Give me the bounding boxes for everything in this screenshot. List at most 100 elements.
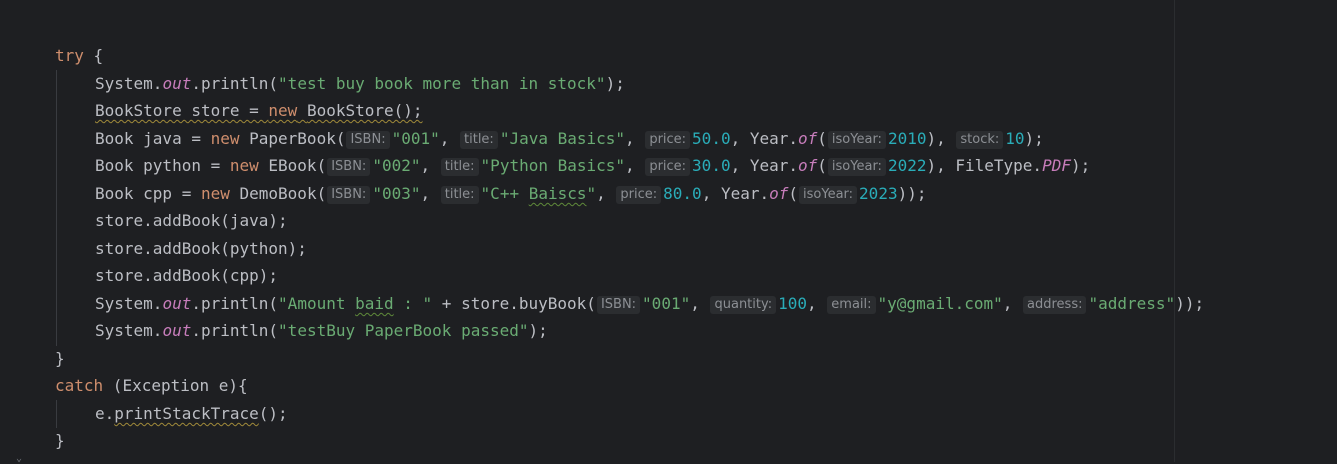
- code-token: ,: [420, 184, 440, 203]
- typo-word: baid: [355, 294, 394, 313]
- code-token: PaperBook(: [239, 129, 346, 148]
- string-literal: "Amount baid : ": [278, 294, 432, 313]
- right-margin-guide: [1174, 0, 1175, 462]
- string-literal: "test buy book more than in stock": [278, 74, 606, 93]
- code-line-close-catch[interactable]: }: [55, 427, 65, 454]
- code-token: ), FileType.: [926, 156, 1043, 175]
- code-token: , Year.: [730, 156, 799, 175]
- static-field-out: out: [162, 294, 192, 313]
- code-token: (: [817, 129, 827, 148]
- code-token: );: [1024, 129, 1044, 148]
- number-literal: 100: [778, 294, 808, 313]
- code-line-println-1[interactable]: System.out.println("test buy book more t…: [95, 70, 625, 97]
- static-method-of: of: [798, 129, 818, 148]
- code-token: );: [1070, 156, 1091, 175]
- code-token: "Amount: [278, 294, 356, 313]
- param-hint-title: title:: [440, 158, 479, 176]
- code-token: (: [788, 184, 799, 203]
- warned-method-call: printStackTrace: [114, 404, 259, 423]
- code-token: ,: [625, 156, 645, 175]
- string-literal: "Java Basics": [499, 129, 626, 148]
- code-token: DemoBook(: [229, 184, 327, 203]
- param-hint-price: price:: [645, 131, 691, 149]
- code-token: ));: [897, 184, 927, 203]
- code-line-addbook-java[interactable]: store.addBook(java);: [95, 207, 288, 234]
- enum-constant-pdf: PDF: [1042, 156, 1071, 175]
- param-hint-isoyear: isoYear:: [827, 158, 886, 176]
- keyword-new: new: [268, 101, 298, 120]
- code-token: "C++: [480, 184, 529, 203]
- code-token: .println(: [191, 321, 279, 340]
- string-literal: "C++ Baiscs": [481, 184, 597, 203]
- code-token: (Exception e){: [103, 376, 248, 395]
- code-line-python-book[interactable]: Book python = new EBook(ISBN: "002", titl…: [95, 152, 1090, 179]
- code-token: ": [586, 184, 597, 203]
- string-literal: "testBuy PaperBook passed": [278, 321, 529, 340]
- static-field-out: out: [162, 74, 192, 93]
- code-token: + store.buyBook(: [432, 294, 596, 313]
- keyword-new: new: [200, 184, 230, 203]
- code-token: (: [817, 156, 827, 175]
- code-token: BookStore store =: [95, 101, 269, 120]
- string-literal: "y@gmail.com": [877, 294, 1003, 313]
- code-token: ,: [1002, 294, 1023, 313]
- number-literal: 2022: [887, 156, 927, 175]
- keyword-new: new: [229, 156, 259, 175]
- code-token: );: [528, 321, 548, 340]
- code-line-addbook-cpp[interactable]: store.addBook(cpp);: [95, 262, 278, 289]
- warned-declaration: BookStore store = new BookStore();: [95, 101, 423, 120]
- param-hint-email: email:: [827, 296, 876, 314]
- code-token: ));: [1175, 294, 1205, 313]
- number-literal: 50.0: [692, 129, 731, 148]
- number-literal: 2023: [859, 184, 898, 203]
- code-token: ,: [596, 184, 616, 203]
- number-literal: 2010: [887, 129, 927, 148]
- code-line-buybook[interactable]: System.out.println("Amount baid : " + st…: [95, 290, 1204, 317]
- code-token: );: [605, 74, 625, 93]
- code-token: .println(: [191, 74, 279, 93]
- code-token: ),: [926, 129, 956, 148]
- code-line-close-try[interactable]: }: [55, 345, 65, 372]
- string-literal: "002": [372, 156, 421, 175]
- number-literal: 10: [1005, 129, 1025, 148]
- code-token: ,: [690, 294, 710, 313]
- code-token: ,: [625, 129, 645, 148]
- code-token: ();: [258, 404, 288, 423]
- param-hint-isbn: ISBN:: [327, 186, 371, 204]
- param-hint-isbn: ISBN:: [346, 131, 390, 149]
- string-literal: "001": [391, 129, 440, 148]
- param-hint-isbn: ISBN:: [596, 296, 641, 314]
- param-hint-quantity: quantity:: [710, 296, 777, 314]
- indent-guide-catch: [56, 400, 57, 428]
- code-token: Book cpp =: [95, 184, 201, 203]
- number-literal: 30.0: [692, 156, 731, 175]
- param-hint-isoyear: isoYear:: [799, 186, 858, 204]
- code-line-try[interactable]: try {: [55, 42, 103, 69]
- code-token: BookStore();: [306, 101, 423, 120]
- string-literal: "001": [642, 294, 691, 313]
- code-token: System.: [95, 321, 163, 340]
- code-editor[interactable]: try { System.out.println("test buy book …: [0, 0, 1337, 464]
- string-literal: "address": [1088, 294, 1176, 313]
- code-line-cpp-book[interactable]: Book cpp = new DemoBook(ISBN: "003", titl…: [95, 180, 926, 207]
- code-line-java-book[interactable]: Book java = new PaperBook(ISBN: "001", ti…: [95, 125, 1044, 152]
- code-token: , Year.: [701, 184, 770, 203]
- string-literal: "Python Basics": [480, 156, 626, 175]
- static-method-of: of: [769, 184, 789, 203]
- code-token: EBook(: [258, 156, 327, 175]
- code-token: System.: [95, 294, 163, 313]
- keyword-try: try: [55, 46, 84, 65]
- param-hint-price: price:: [645, 158, 691, 176]
- param-hint-stock: stock:: [956, 131, 1004, 149]
- code-token: ,: [439, 129, 460, 148]
- code-line-println-passed[interactable]: System.out.println("testBuy PaperBook pa…: [95, 317, 548, 344]
- indent-guide-try: [56, 70, 57, 346]
- param-hint-price: price:: [616, 186, 662, 204]
- param-hint-isoyear: isoYear:: [827, 131, 886, 149]
- code-line-addbook-python[interactable]: store.addBook(python);: [95, 235, 307, 262]
- code-token: , Year.: [730, 129, 799, 148]
- param-hint-title: title:: [460, 131, 498, 149]
- code-line-catch[interactable]: catch (Exception e){: [55, 372, 248, 399]
- code-line-printstacktrace[interactable]: e.printStackTrace();: [95, 400, 288, 427]
- code-line-bookstore[interactable]: BookStore store = new BookStore();: [95, 97, 423, 124]
